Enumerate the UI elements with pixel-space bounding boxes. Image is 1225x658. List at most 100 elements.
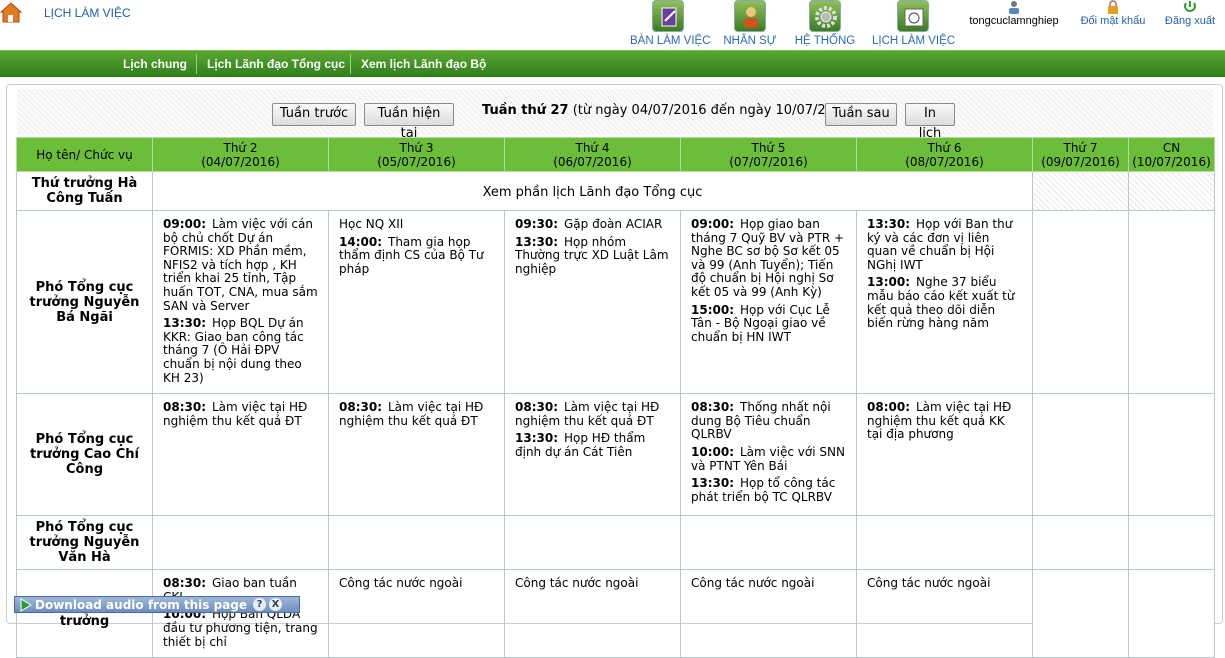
schedule-event[interactable]: 13:30: Họp với Ban thư ký và các đơn vị l… bbox=[867, 217, 1022, 272]
top-header: LỊCH LÀM VIỆC BÀN LÀM VIỆC NHÂN SỰ HỆ TH… bbox=[0, 0, 1225, 50]
schedule-event[interactable]: 10:00: Họp Ban QLDA đầu tư phương tiện, t… bbox=[163, 607, 318, 649]
schedule-cell bbox=[152, 515, 329, 571]
week-info: Tuần thứ 27 (từ ngày 04/07/2016 đến ngày… bbox=[482, 103, 856, 118]
change-password-link[interactable]: Đổi mật khẩu bbox=[1078, 0, 1148, 27]
official-name: Phó Tổng cục trưởng Cao Chí Công bbox=[16, 393, 153, 517]
event-time: 08:30: bbox=[515, 400, 558, 415]
schedule-body: Thứ trưởng Hà Công Tuấn Xem phần lịch Lã… bbox=[16, 171, 1215, 658]
event-time: 08:30: bbox=[339, 400, 382, 415]
next-week-button[interactable]: Tuần sau bbox=[825, 103, 897, 126]
day-date: (06/07/2016) bbox=[553, 154, 632, 169]
event-time: 08:00: bbox=[867, 400, 910, 415]
schedule-cell bbox=[504, 515, 681, 571]
schedule-event[interactable]: 13:30: Họp BQL Dự án KKR: Giao ban công t… bbox=[163, 316, 318, 385]
schedule-event[interactable]: 09:00: Họp giao ban tháng 7 Quỹ BV và PTR… bbox=[691, 217, 846, 300]
nav-department-leaders[interactable]: Lịch Lãnh đạo Tổng cục bbox=[196, 51, 356, 77]
schedule-event[interactable]: Công tác nước ngoài bbox=[867, 576, 1022, 591]
schedule-cell bbox=[680, 515, 857, 571]
event-time: 13:30: bbox=[515, 431, 558, 446]
schedule-event[interactable]: Học NQ XII bbox=[339, 217, 494, 232]
home-icon[interactable] bbox=[0, 0, 22, 24]
download-audio-label[interactable]: Download audio from this page bbox=[35, 597, 247, 613]
module-label: HỆ THỐNG bbox=[794, 35, 856, 47]
desk-icon bbox=[652, 0, 684, 32]
schedule-cell: 08:30: Làm việc tại HĐ nghiệm thu kết quả… bbox=[504, 393, 681, 517]
event-text: Công tác nước ngoài bbox=[867, 576, 991, 591]
schedule-event[interactable]: 08:00: Làm việc tại HĐ nghiệm thu kết quả… bbox=[867, 400, 1022, 442]
module-label: NHÂN SỰ bbox=[723, 35, 777, 47]
table-row: Phó Tổng cục trưởng Nguyễn Bá Ngãi 09:00:… bbox=[16, 209, 1215, 395]
schedule-cell: Công tác nước ngoài bbox=[328, 569, 505, 658]
day-date: (10/07/2016) bbox=[1132, 154, 1211, 169]
schedule-event[interactable]: 08:30: Làm việc tại HĐ nghiệm thu kết quả… bbox=[515, 400, 670, 428]
schedule-event[interactable]: 08:30: Thống nhất nội dung Bộ Tiêu chuẩn … bbox=[691, 400, 846, 442]
schedule-cell bbox=[1032, 569, 1129, 658]
schedule-cell bbox=[1032, 393, 1129, 517]
table-header-row: Họ tên/ Chức vụ Thứ 2 (04/07/2016) Thứ 3(… bbox=[16, 137, 1215, 172]
event-time: 08:30: bbox=[163, 400, 206, 415]
day-name: CN bbox=[1162, 140, 1181, 155]
day-date: (09/07/2016) bbox=[1041, 154, 1120, 169]
module-label: LỊCH LÀM VIỆC bbox=[872, 35, 956, 47]
schedule-event[interactable]: 15:00: Họp với Cục Lễ Tân - Bộ Ngoại giao… bbox=[691, 302, 846, 345]
day-date: (08/07/2016) bbox=[905, 154, 984, 169]
current-week-button[interactable]: Tuần hiện tại bbox=[364, 103, 454, 141]
schedule-event[interactable]: 13:30: Họp tổ công tác phát triển bộ TC Q… bbox=[691, 476, 846, 504]
app-title: LỊCH LÀM VIỆC bbox=[44, 6, 131, 20]
day-header: Thứ 6 (08/07/2016) bbox=[856, 137, 1033, 172]
schedule-event[interactable]: 13:30: Họp HĐ thẩm định dự án Cát Tiên bbox=[515, 432, 670, 459]
event-time: 13:30: bbox=[515, 234, 558, 249]
event-time: 13:30: bbox=[867, 217, 910, 231]
close-icon[interactable]: X bbox=[269, 598, 282, 611]
module-desk[interactable]: BÀN LÀM VIỆC bbox=[630, 0, 711, 47]
prev-week-button[interactable]: Tuần trước bbox=[272, 103, 356, 126]
schedule-cell: Công tác nước ngoài bbox=[680, 569, 857, 658]
play-icon[interactable] bbox=[19, 598, 33, 612]
help-icon[interactable]: ? bbox=[253, 598, 266, 611]
event-time: 08:30: bbox=[163, 576, 206, 591]
schedule-cell: 09:00: Làm việc với cán bộ chủ chốt Dự án… bbox=[152, 209, 329, 395]
nav-ministry-leaders[interactable]: Xem lịch Lãnh đạo Bộ bbox=[350, 51, 497, 77]
event-text: Công tác nước ngoài bbox=[515, 576, 639, 591]
print-schedule-button[interactable]: In lịch bbox=[905, 103, 955, 141]
table-row: Phó Tổng cục trưởng Nguyễn Văn Hà bbox=[16, 515, 1215, 571]
module-calendar[interactable]: LỊCH LÀM VIỆC bbox=[872, 0, 956, 47]
schedule-event[interactable]: 08:30: Làm việc tại HĐ nghiệm thu kết quả… bbox=[339, 400, 494, 428]
gear-icon bbox=[809, 0, 841, 32]
day-name: Thứ 7 bbox=[1063, 140, 1098, 155]
event-time: 15:00: bbox=[691, 302, 734, 317]
schedule-cell bbox=[1032, 515, 1129, 571]
schedule-event[interactable]: 13:00: Nghe 37 biểu mẫu báo cáo kết xuất … bbox=[867, 276, 1022, 330]
schedule-cell: 09:00: Họp giao ban tháng 7 Quỹ BV và PTR… bbox=[680, 209, 857, 395]
schedule-event[interactable]: Công tác nước ngoài bbox=[515, 576, 670, 591]
main-nav: Lịch chung Lịch Lãnh đạo Tổng cục Xem lị… bbox=[0, 50, 1225, 77]
module-hr[interactable]: NHÂN SỰ bbox=[722, 0, 778, 47]
calendar-icon bbox=[897, 0, 929, 32]
schedule-cell bbox=[1128, 515, 1215, 571]
day-header: CN (10/07/2016) bbox=[1128, 137, 1215, 172]
day-name: Thứ 3 bbox=[399, 140, 434, 155]
logout-link[interactable]: Đăng xuất bbox=[1160, 0, 1220, 27]
user-account[interactable]: tongcuclamnghiep bbox=[968, 0, 1060, 27]
schedule-note: Xem phần lịch Lãnh đạo Tổng cục bbox=[152, 171, 1033, 211]
official-name: Phó Tổng cục trưởng Nguyễn Bá Ngãi bbox=[16, 209, 153, 395]
schedule-event[interactable]: 13:30: Họp nhóm Thường trực XD Luật Lâm n… bbox=[515, 234, 670, 277]
event-time: 09:00: bbox=[691, 217, 734, 231]
schedule-cell bbox=[1032, 171, 1129, 211]
module-system[interactable]: HỆ THỐNG bbox=[794, 0, 856, 47]
schedule-event[interactable]: 09:00: Làm việc với cán bộ chủ chốt Dự án… bbox=[163, 217, 318, 313]
schedule-event[interactable]: Công tác nước ngoài bbox=[339, 576, 494, 591]
day-name: Thứ 2 bbox=[223, 140, 258, 155]
logout-icon bbox=[1184, 1, 1196, 12]
day-name: Thứ 5 bbox=[751, 140, 786, 155]
schedule-event[interactable]: 08:30: Làm việc tại HĐ nghiệm thu kết quả… bbox=[163, 400, 318, 428]
schedule-event[interactable]: 10:00: Làm việc với SNN và PTNT Yên Bái bbox=[691, 445, 846, 473]
event-time: 09:30: bbox=[515, 217, 558, 231]
event-text: Làm việc với cán bộ chủ chốt Dự án FORMI… bbox=[163, 217, 318, 313]
day-date: (04/07/2016) bbox=[201, 154, 280, 169]
schedule-event[interactable]: Công tác nước ngoài bbox=[691, 576, 846, 591]
schedule-event[interactable]: 09:30: Gặp đoàn ACIAR bbox=[515, 217, 670, 232]
nav-general-schedule[interactable]: Lịch chung bbox=[112, 51, 198, 77]
schedule-event[interactable]: 14:00: Tham gia họp thẩm định CS của Bộ T… bbox=[339, 235, 494, 277]
download-audio-bar[interactable]: Download audio from this page ? X bbox=[14, 596, 300, 613]
